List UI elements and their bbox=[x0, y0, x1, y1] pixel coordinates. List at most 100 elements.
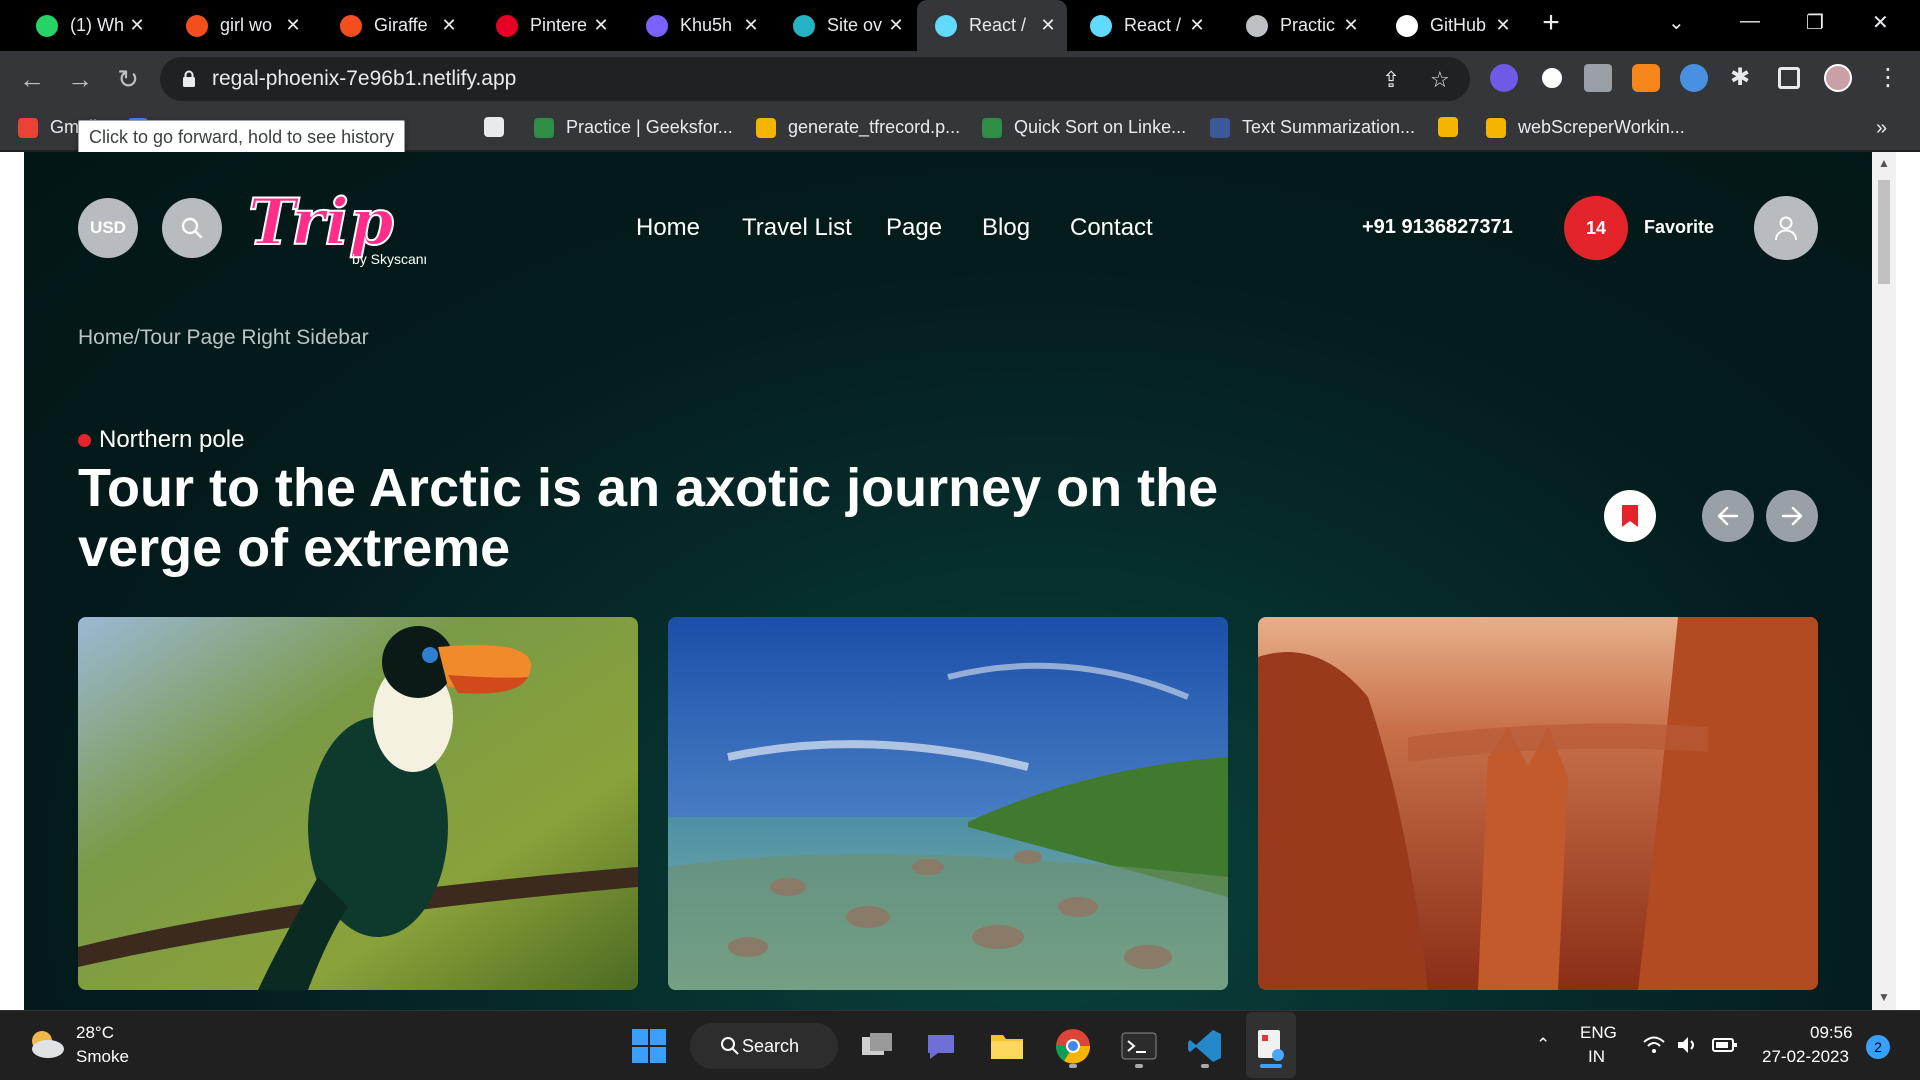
tab-search-icon[interactable]: ⌄ bbox=[1668, 10, 1685, 35]
tab-title: React / bbox=[969, 15, 1027, 35]
more-bookmarks-button[interactable]: » bbox=[1876, 117, 1887, 140]
extension-icon[interactable] bbox=[1490, 64, 1518, 92]
battery-icon[interactable] bbox=[1712, 1037, 1738, 1053]
tour-card-image-toucan[interactable] bbox=[78, 617, 638, 990]
tab-title: (1) Wh bbox=[70, 15, 124, 35]
windows-start-icon[interactable] bbox=[630, 1027, 668, 1065]
site-logo[interactable]: Trip by Skyscanner bbox=[246, 182, 444, 272]
user-account-button[interactable] bbox=[1754, 196, 1818, 260]
minimize-icon[interactable]: — bbox=[1740, 10, 1760, 33]
close-tab-icon[interactable]: ✕ bbox=[1342, 15, 1360, 36]
scroll-down-arrow-icon[interactable]: ▼ bbox=[1878, 990, 1890, 1004]
share-icon[interactable]: ⇪ bbox=[1382, 67, 1400, 93]
browser-tab[interactable]: React / ✕ bbox=[1072, 0, 1216, 51]
next-slide-button[interactable] bbox=[1766, 490, 1818, 542]
red-canyon-photo bbox=[1258, 617, 1818, 990]
show-hidden-icons[interactable]: ⌃ bbox=[1536, 1035, 1550, 1055]
bookmark-item[interactable] bbox=[1438, 117, 1470, 137]
language-top[interactable]: ENG bbox=[1580, 1023, 1617, 1043]
scrollbar-thumb[interactable] bbox=[1878, 180, 1890, 284]
puzzle-icon[interactable]: ✱ bbox=[1730, 63, 1750, 92]
nav-link-travel-list[interactable]: Travel List bbox=[742, 214, 852, 242]
favorite-count-badge[interactable]: 14 bbox=[1564, 196, 1628, 260]
codeforces-icon bbox=[1438, 117, 1458, 137]
terminal-icon[interactable] bbox=[1120, 1027, 1158, 1065]
url-text: regal-phoenix-7e96b1.netlify.app bbox=[212, 67, 517, 90]
page-scrollbar[interactable]: ▲ ▼ bbox=[1872, 152, 1896, 1010]
scroll-up-arrow-icon[interactable]: ▲ bbox=[1878, 156, 1890, 170]
metamask-icon[interactable] bbox=[1632, 64, 1660, 92]
browser-tab[interactable]: Khu5h ✕ bbox=[628, 0, 770, 51]
new-tab-button[interactable]: + bbox=[1535, 8, 1567, 40]
close-tab-icon[interactable]: ✕ bbox=[742, 15, 760, 36]
browser-tab[interactable]: (1) Wh ✕ bbox=[18, 0, 156, 51]
tour-card-image-canyon[interactable] bbox=[1258, 617, 1818, 990]
profile-avatar[interactable] bbox=[1824, 64, 1852, 92]
close-tab-icon[interactable]: ✕ bbox=[592, 15, 610, 36]
extension-icon[interactable] bbox=[1584, 64, 1612, 92]
browser-tab[interactable]: Practic ✕ bbox=[1228, 0, 1370, 51]
close-tab-icon[interactable]: ✕ bbox=[887, 15, 905, 36]
close-tab-icon[interactable]: ✕ bbox=[1039, 15, 1057, 36]
wifi-icon[interactable] bbox=[1642, 1035, 1666, 1055]
browser-tab[interactable]: Giraffe ✕ bbox=[322, 0, 468, 51]
star-icon[interactable]: ☆ bbox=[1430, 67, 1450, 93]
tour-card-image-shore[interactable] bbox=[668, 617, 1228, 990]
web3-icon bbox=[646, 14, 668, 37]
globe-icon bbox=[484, 117, 504, 137]
nav-link-page[interactable]: Page bbox=[886, 214, 942, 242]
volume-icon[interactable] bbox=[1676, 1035, 1700, 1055]
taskbar-search[interactable]: Search bbox=[690, 1023, 838, 1069]
notification-count-badge[interactable]: 2 bbox=[1866, 1035, 1890, 1059]
weather-temperature: 28°C bbox=[76, 1023, 114, 1042]
favorite-link[interactable]: Favorite bbox=[1644, 217, 1714, 238]
bookmark-item[interactable]: generate_tfrecord.p... bbox=[756, 117, 960, 138]
arrow-right-icon bbox=[1781, 506, 1803, 526]
bookmark-item[interactable]: Text Summarization... bbox=[1210, 117, 1415, 138]
tab-title: Pintere bbox=[530, 15, 588, 35]
teams-chat-icon[interactable] bbox=[922, 1027, 960, 1065]
forward-button[interactable]: → bbox=[64, 63, 96, 95]
vscode-icon[interactable] bbox=[1186, 1027, 1224, 1065]
weather-icon[interactable] bbox=[26, 1027, 66, 1063]
browser-tab[interactable]: React / ✕ bbox=[917, 0, 1067, 51]
menu-kebab-icon[interactable]: ⋮ bbox=[1876, 63, 1900, 92]
nav-link-blog[interactable]: Blog bbox=[982, 214, 1030, 242]
clock-date[interactable]: 27-02-2023 bbox=[1762, 1047, 1849, 1067]
chrome-icon[interactable] bbox=[1054, 1027, 1092, 1065]
nav-link-contact[interactable]: Contact bbox=[1070, 214, 1153, 242]
side-panel-icon[interactable] bbox=[1778, 67, 1800, 89]
nav-link-home[interactable]: Home bbox=[636, 214, 700, 242]
globe-icon bbox=[1246, 14, 1268, 37]
close-tab-icon[interactable]: ✕ bbox=[128, 15, 146, 36]
bookmark-item[interactable]: Quick Sort on Linke... bbox=[982, 117, 1186, 138]
browser-tab[interactable]: Pintere ✕ bbox=[478, 0, 620, 51]
reload-button[interactable]: ↻ bbox=[112, 63, 144, 95]
address-bar[interactable]: regal-phoenix-7e96b1.netlify.app ⇪ ☆ bbox=[160, 57, 1470, 101]
file-explorer-icon[interactable] bbox=[988, 1027, 1026, 1065]
phone-number[interactable]: +91 9136827371 bbox=[1362, 216, 1513, 239]
bookmark-item[interactable]: webScreperWorkin... bbox=[1486, 117, 1685, 138]
browser-tab[interactable]: GitHub ✕ bbox=[1378, 0, 1522, 51]
bookmark-item[interactable]: Practice | Geeksfor... bbox=[534, 117, 733, 138]
restore-icon[interactable]: ❐ bbox=[1806, 10, 1824, 35]
close-tab-icon[interactable]: ✕ bbox=[440, 15, 458, 36]
extension-icon[interactable] bbox=[1538, 64, 1566, 92]
browser-tab[interactable]: girl wo ✕ bbox=[168, 0, 312, 51]
extension-icon[interactable] bbox=[1680, 64, 1708, 92]
page-title: Tour to the Arctic is an axotic journey … bbox=[78, 458, 1219, 578]
close-tab-icon[interactable]: ✕ bbox=[284, 15, 302, 36]
bookmark-button[interactable] bbox=[1604, 490, 1656, 542]
clock-time[interactable]: 09:56 bbox=[1810, 1023, 1853, 1043]
bookmark-item[interactable] bbox=[484, 117, 516, 137]
close-tab-icon[interactable]: ✕ bbox=[1494, 15, 1512, 36]
search-button[interactable] bbox=[162, 198, 222, 258]
language-bottom[interactable]: IN bbox=[1588, 1047, 1605, 1067]
back-button[interactable]: ← bbox=[16, 63, 48, 95]
close-window-icon[interactable]: ✕ bbox=[1872, 10, 1889, 35]
currency-button[interactable]: USD bbox=[78, 198, 138, 258]
browser-tab[interactable]: Site ov ✕ bbox=[775, 0, 915, 51]
close-tab-icon[interactable]: ✕ bbox=[1188, 15, 1206, 36]
task-view-icon[interactable] bbox=[858, 1027, 896, 1065]
previous-slide-button[interactable] bbox=[1702, 490, 1754, 542]
